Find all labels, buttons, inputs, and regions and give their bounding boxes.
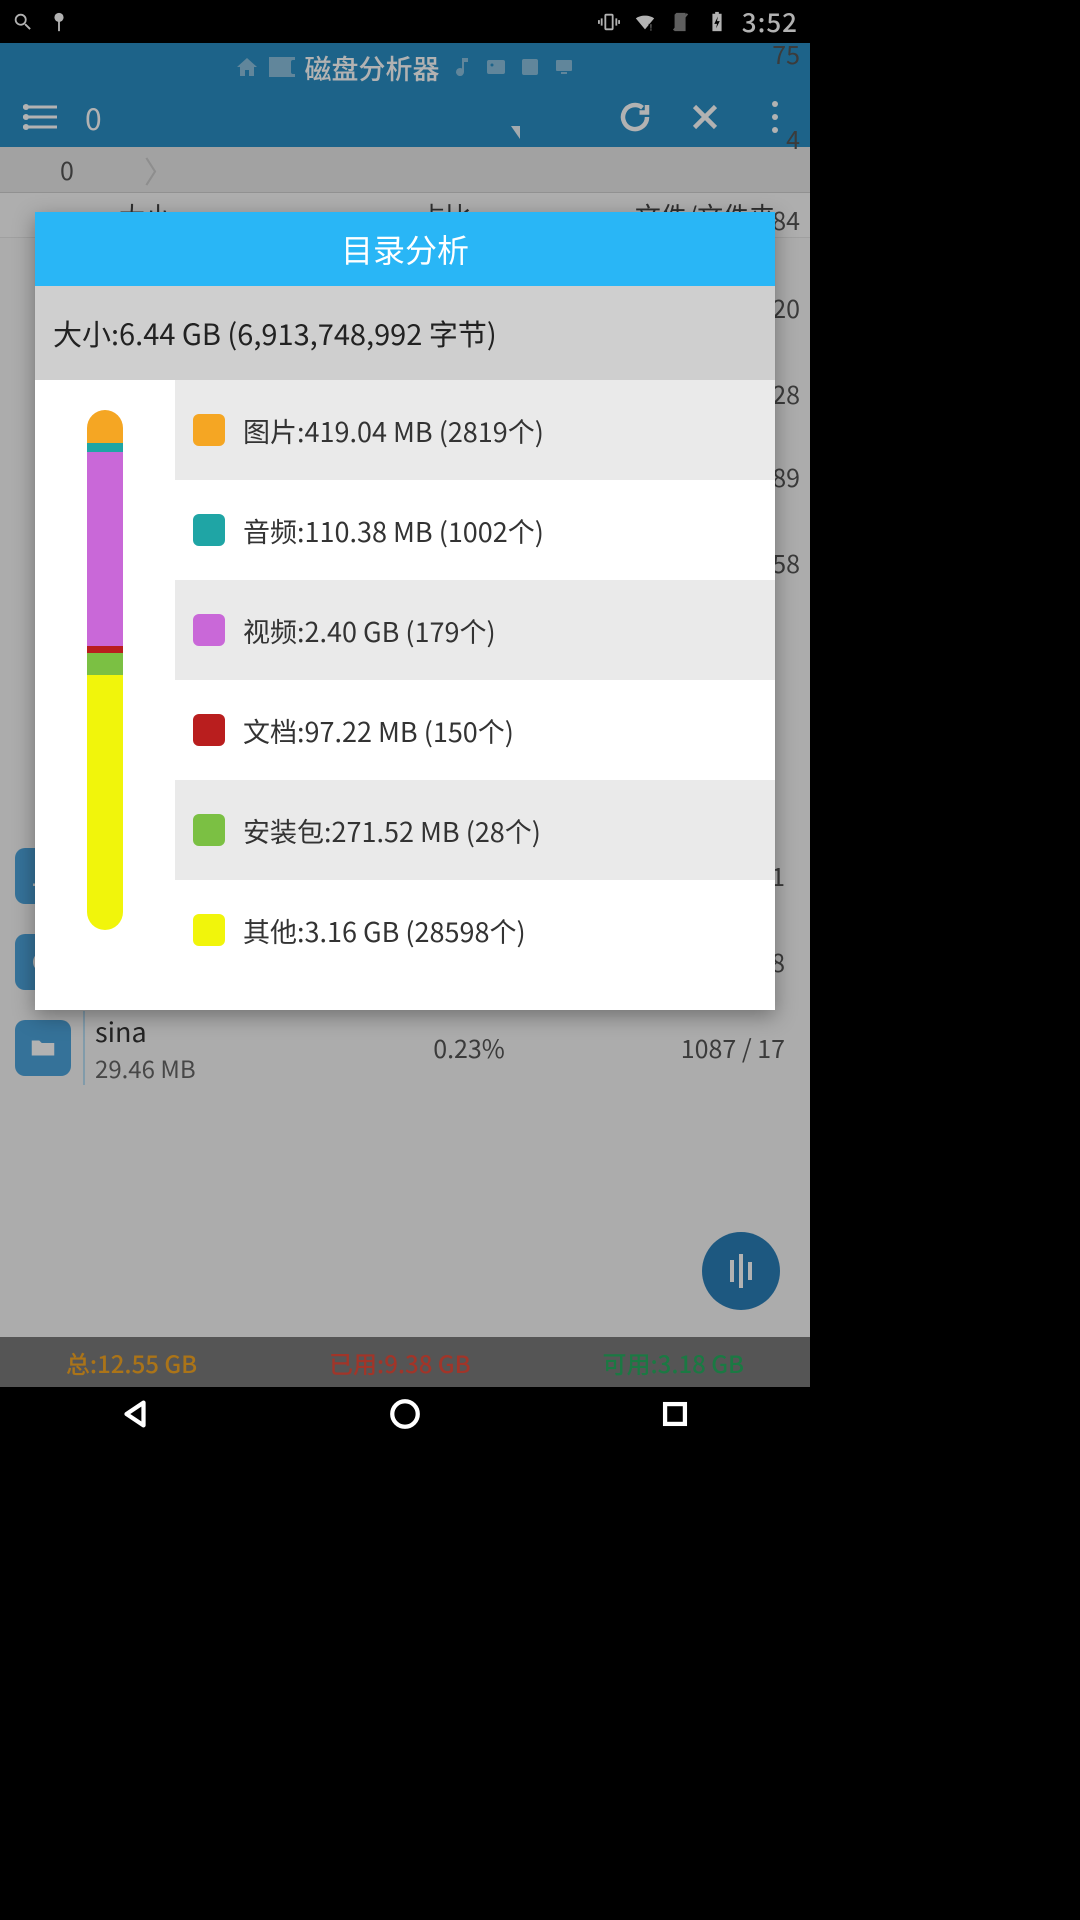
dialog-title: 目录分析: [35, 212, 775, 286]
color-swatch: [193, 614, 225, 646]
legend-row[interactable]: 其他:3.16 GB (28598个): [175, 880, 775, 980]
legend-row[interactable]: 图片:419.04 MB (2819个): [175, 380, 775, 480]
legend-label: 视频:2.40 GB (179个): [243, 611, 496, 650]
legend-label: 音频:110.38 MB (1002个): [243, 511, 544, 550]
legend-row[interactable]: 视频:2.40 GB (179个): [175, 580, 775, 680]
home-button[interactable]: [388, 1397, 422, 1431]
color-swatch: [193, 414, 225, 446]
directory-analysis-dialog: 目录分析 大小:6.44 GB (6,913,748,992 字节) 图片:41…: [35, 212, 775, 1010]
stack-segment: [87, 452, 123, 646]
color-swatch: [193, 914, 225, 946]
recents-button[interactable]: [658, 1397, 692, 1431]
legend-label: 文档:97.22 MB (150个): [243, 711, 514, 750]
stack-segment: [87, 653, 123, 674]
back-button[interactable]: [118, 1397, 152, 1431]
stack-segment: [87, 410, 123, 443]
android-nav-bar: [0, 1387, 810, 1440]
stack-segment: [87, 443, 123, 452]
legend-row[interactable]: 音频:110.38 MB (1002个): [175, 480, 775, 580]
color-swatch: [193, 814, 225, 846]
legend-label: 安装包:271.52 MB (28个): [243, 811, 541, 850]
legend-row[interactable]: 安装包:271.52 MB (28个): [175, 780, 775, 880]
size-stacked-bar: [87, 410, 123, 930]
legend-list: 图片:419.04 MB (2819个) 音频:110.38 MB (1002个)…: [175, 380, 775, 980]
stack-segment: [87, 675, 123, 930]
legend-label: 图片:419.04 MB (2819个): [243, 411, 544, 450]
legend-row[interactable]: 文档:97.22 MB (150个): [175, 680, 775, 780]
stack-segment: [87, 646, 123, 654]
legend-label: 其他:3.16 GB (28598个): [243, 911, 526, 950]
dialog-total-size: 大小:6.44 GB (6,913,748,992 字节): [35, 286, 775, 380]
color-swatch: [193, 514, 225, 546]
color-swatch: [193, 714, 225, 746]
